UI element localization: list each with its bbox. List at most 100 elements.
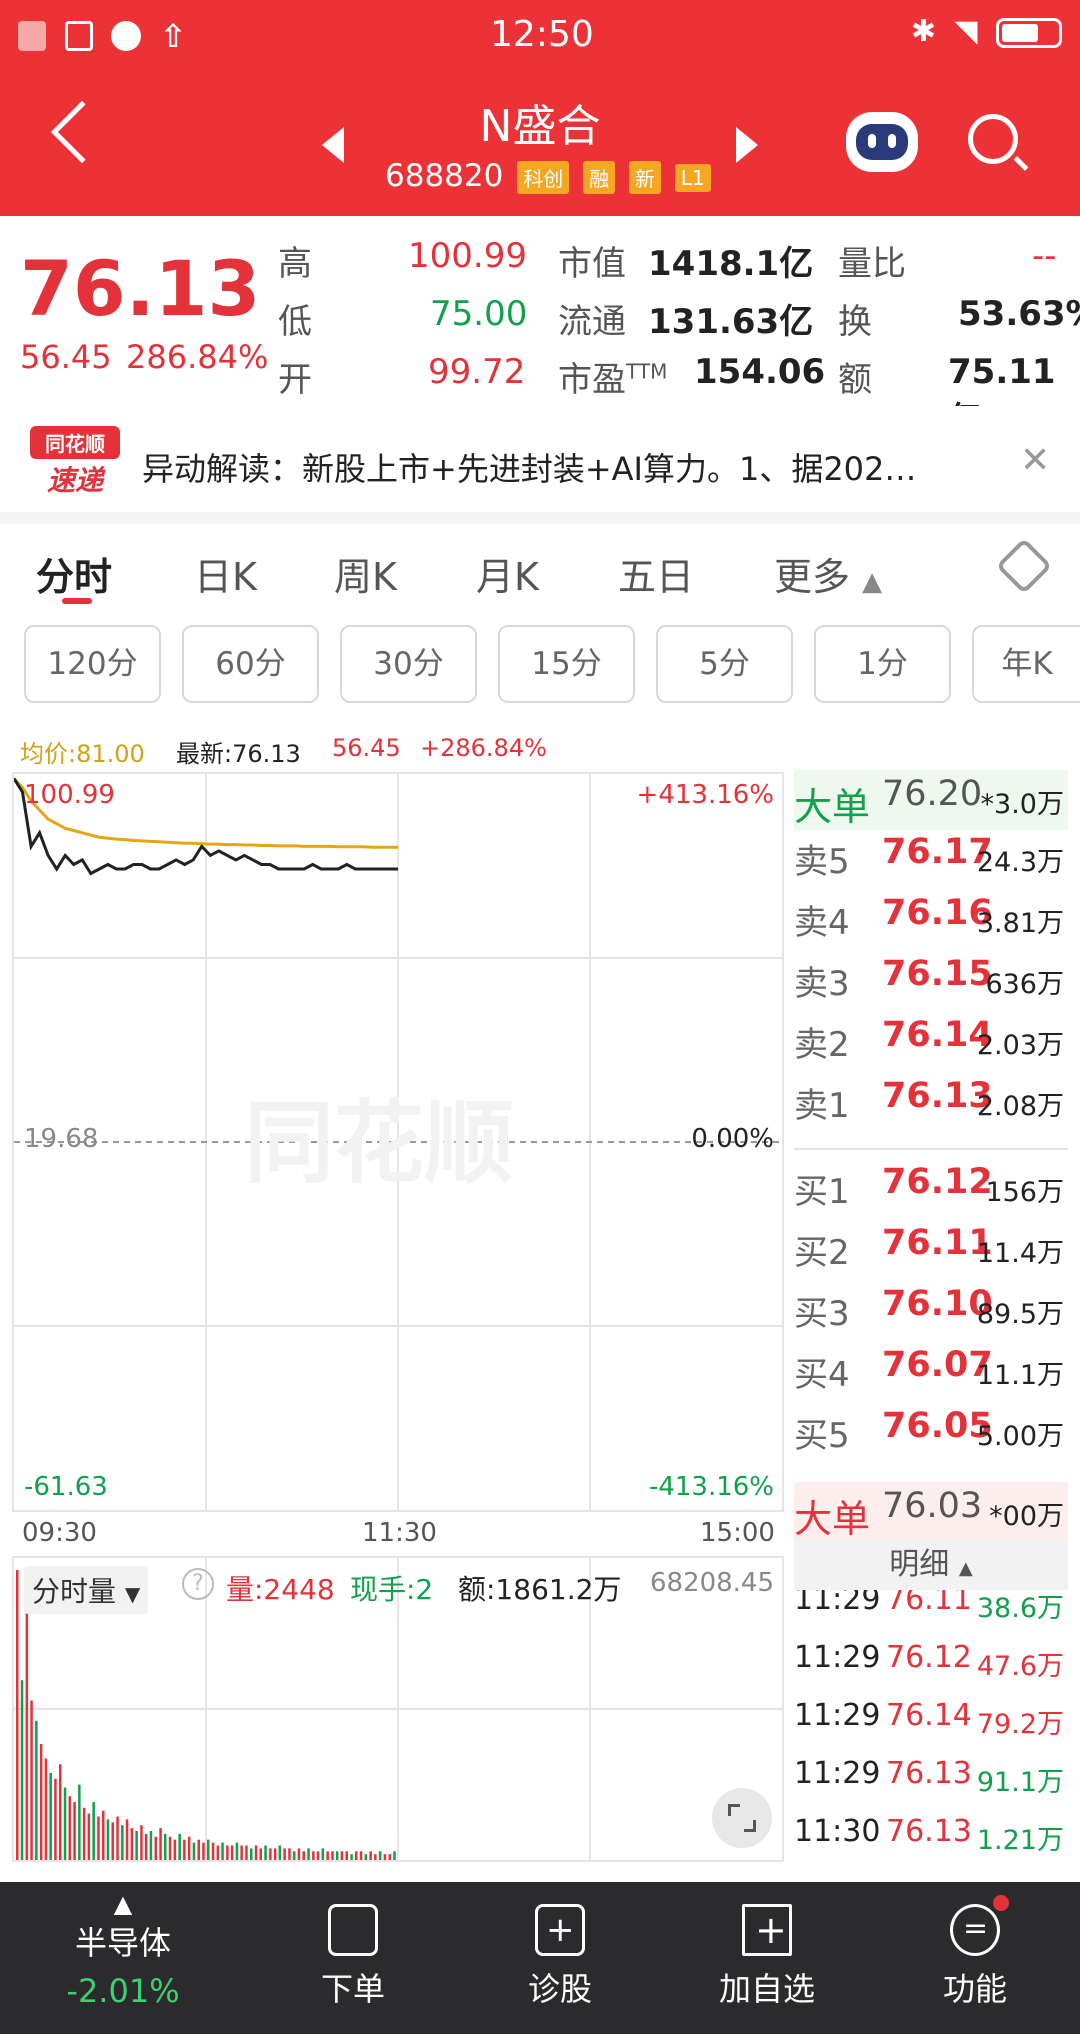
- tick-price: 76.14: [886, 1698, 972, 1733]
- volume-bar: [154, 1836, 157, 1860]
- tab-intraday[interactable]: 分时: [36, 546, 112, 601]
- last-price: 76.13: [20, 244, 261, 333]
- volume-bar: [230, 1845, 234, 1860]
- sector-name: 半导体: [74, 1924, 171, 1962]
- tab-weekly-k[interactable]: 周K: [334, 546, 397, 601]
- tab-daily-k[interactable]: 日K: [194, 546, 257, 601]
- current-hand: 现手:2: [350, 1573, 434, 1606]
- ask-label: 卖4: [794, 903, 850, 943]
- tab-five-day[interactable]: 五日: [618, 546, 694, 601]
- axis-min-pct: -413.16%: [648, 1472, 774, 1502]
- volume-bar: [149, 1831, 153, 1860]
- volume-bar: [159, 1828, 162, 1860]
- axis-max-pct: +413.16%: [636, 780, 774, 810]
- volume-bar: [39, 1744, 43, 1860]
- ask-row: 卖3 76.15 636万: [794, 950, 1068, 1010]
- add-watchlist-button[interactable]: + 加自选: [682, 1904, 852, 2010]
- volume-bar: [340, 1851, 344, 1860]
- price-change-pct: 286.84%: [126, 338, 269, 376]
- bid-volume: 11.4万: [976, 1238, 1064, 1269]
- volume-bar: [393, 1851, 396, 1860]
- axis-time-midday: 11:30: [362, 1518, 437, 1548]
- news-text[interactable]: 异动解读：新股上市+先进封装+AI算力。1、据202…: [142, 444, 916, 490]
- volume-bar: [288, 1848, 291, 1860]
- chevron-up-icon: ▲: [862, 567, 883, 597]
- period-yearly-k[interactable]: 年K: [972, 625, 1080, 703]
- ask-label: 卖1: [794, 1086, 850, 1126]
- tick-volume: 47.6万: [976, 1651, 1064, 1682]
- volume-bar: [20, 1680, 24, 1860]
- sector-indicator[interactable]: ▲ 半导体 -2.01%: [38, 1890, 208, 2010]
- bid-row: 买3 76.10 89.5万: [794, 1280, 1068, 1340]
- high-value: 100.99: [408, 236, 527, 276]
- volume-bar: [278, 1845, 282, 1860]
- upload-icon: ⇧: [159, 17, 187, 55]
- tick-time: 11:29: [794, 1698, 881, 1733]
- volume-bar: [316, 1851, 320, 1860]
- volume-bar: [226, 1845, 229, 1860]
- close-icon[interactable]: ✕: [1020, 440, 1050, 481]
- volume-bar: [178, 1833, 181, 1860]
- diagnose-button[interactable]: + 诊股: [475, 1904, 645, 2010]
- volume-bar: [235, 1842, 239, 1860]
- volume-selector[interactable]: 分时量 ▼: [24, 1566, 149, 1614]
- axis-min-price: -61.63: [24, 1472, 108, 1502]
- tick-time: 11:29: [794, 1640, 881, 1675]
- volume-chart[interactable]: 分时量 ▼ ? 量:2448 现手:2 额:1861.2万 68208.45: [12, 1556, 784, 1862]
- volume-bar: [312, 1851, 315, 1860]
- bid-label: 买1: [794, 1172, 850, 1212]
- axis-mid-pct: 0.00%: [691, 1124, 774, 1154]
- bid-label: 买5: [794, 1416, 850, 1456]
- bottom-toolbar: ▲ 半导体 -2.01% 下单 + 诊股 + 加自选 = 功能: [0, 1882, 1080, 2034]
- tick-price: 76.13: [886, 1814, 972, 1849]
- volume-bar: [283, 1848, 286, 1860]
- period-5min[interactable]: 5分: [656, 625, 793, 703]
- news-banner[interactable]: 同花顺 速递 异动解读：新股上市+先进封装+AI算力。1、据202… ✕: [0, 406, 1080, 524]
- bid-label: 买3: [794, 1294, 850, 1334]
- tick-volume: 38.6万: [976, 1593, 1064, 1624]
- period-60min[interactable]: 60分: [182, 625, 319, 703]
- volume-bar: [73, 1802, 76, 1860]
- settings-icon[interactable]: [995, 537, 1053, 595]
- fullscreen-icon[interactable]: [712, 1788, 772, 1848]
- volume-bar: [383, 1854, 387, 1860]
- volume-bar: [326, 1851, 329, 1860]
- intraday-chart[interactable]: 同花顺 100.99 +413.16% 19.68 0.00% -61.63 -…: [12, 772, 784, 1512]
- robot-assistant-icon[interactable]: [846, 112, 918, 172]
- axis-time-close: 15:00: [700, 1518, 775, 1548]
- volume-bar: [216, 1845, 220, 1860]
- diagnose-icon: +: [535, 1904, 585, 1956]
- badge-new: 新: [628, 161, 661, 194]
- avg-price-legend: 均价:81.00: [20, 740, 145, 768]
- tab-more[interactable]: 更多 ▲: [774, 546, 882, 601]
- tick-volume: 1.21万: [976, 1825, 1064, 1856]
- ask-label: 卖2: [794, 1025, 850, 1065]
- badge-margin: 融: [583, 161, 616, 194]
- order-button[interactable]: 下单: [268, 1904, 438, 2010]
- search-icon[interactable]: [968, 114, 1029, 171]
- low-label: 低: [278, 302, 312, 342]
- help-icon[interactable]: ?: [182, 1568, 214, 1600]
- period-30min[interactable]: 30分: [340, 625, 477, 703]
- volume-bar: [378, 1851, 382, 1860]
- latest-price-legend: 最新:76.13: [176, 740, 301, 768]
- chart-legend: 均价:81.00 最新:76.13 56.45 +286.84%: [0, 730, 780, 770]
- volume-bar: [273, 1848, 277, 1860]
- volume-bar: [335, 1851, 339, 1860]
- ask-volume: 2.03万: [976, 1030, 1064, 1061]
- stock-code-row: 688820 科创 融 新 L1: [385, 158, 711, 194]
- bid-label: 买2: [794, 1233, 850, 1273]
- period-120min[interactable]: 120分: [24, 625, 161, 703]
- volume-bar: [173, 1839, 177, 1860]
- tick-price: 76.11: [886, 1590, 972, 1617]
- bid-volume: 11.1万: [976, 1360, 1064, 1391]
- tick-row: 11:29 76.13 91.1万: [794, 1756, 1068, 1806]
- volume-bar: [35, 1720, 38, 1860]
- period-15min[interactable]: 15分: [498, 625, 635, 703]
- news-logo: 同花顺 速递: [30, 426, 120, 498]
- volume-bar: [130, 1828, 134, 1860]
- tab-monthly-k[interactable]: 月K: [476, 546, 539, 601]
- detail-toggle[interactable]: 明细 ▲: [794, 1540, 1068, 1590]
- period-1min[interactable]: 1分: [814, 625, 951, 703]
- functions-button[interactable]: = 功能: [890, 1895, 1060, 2010]
